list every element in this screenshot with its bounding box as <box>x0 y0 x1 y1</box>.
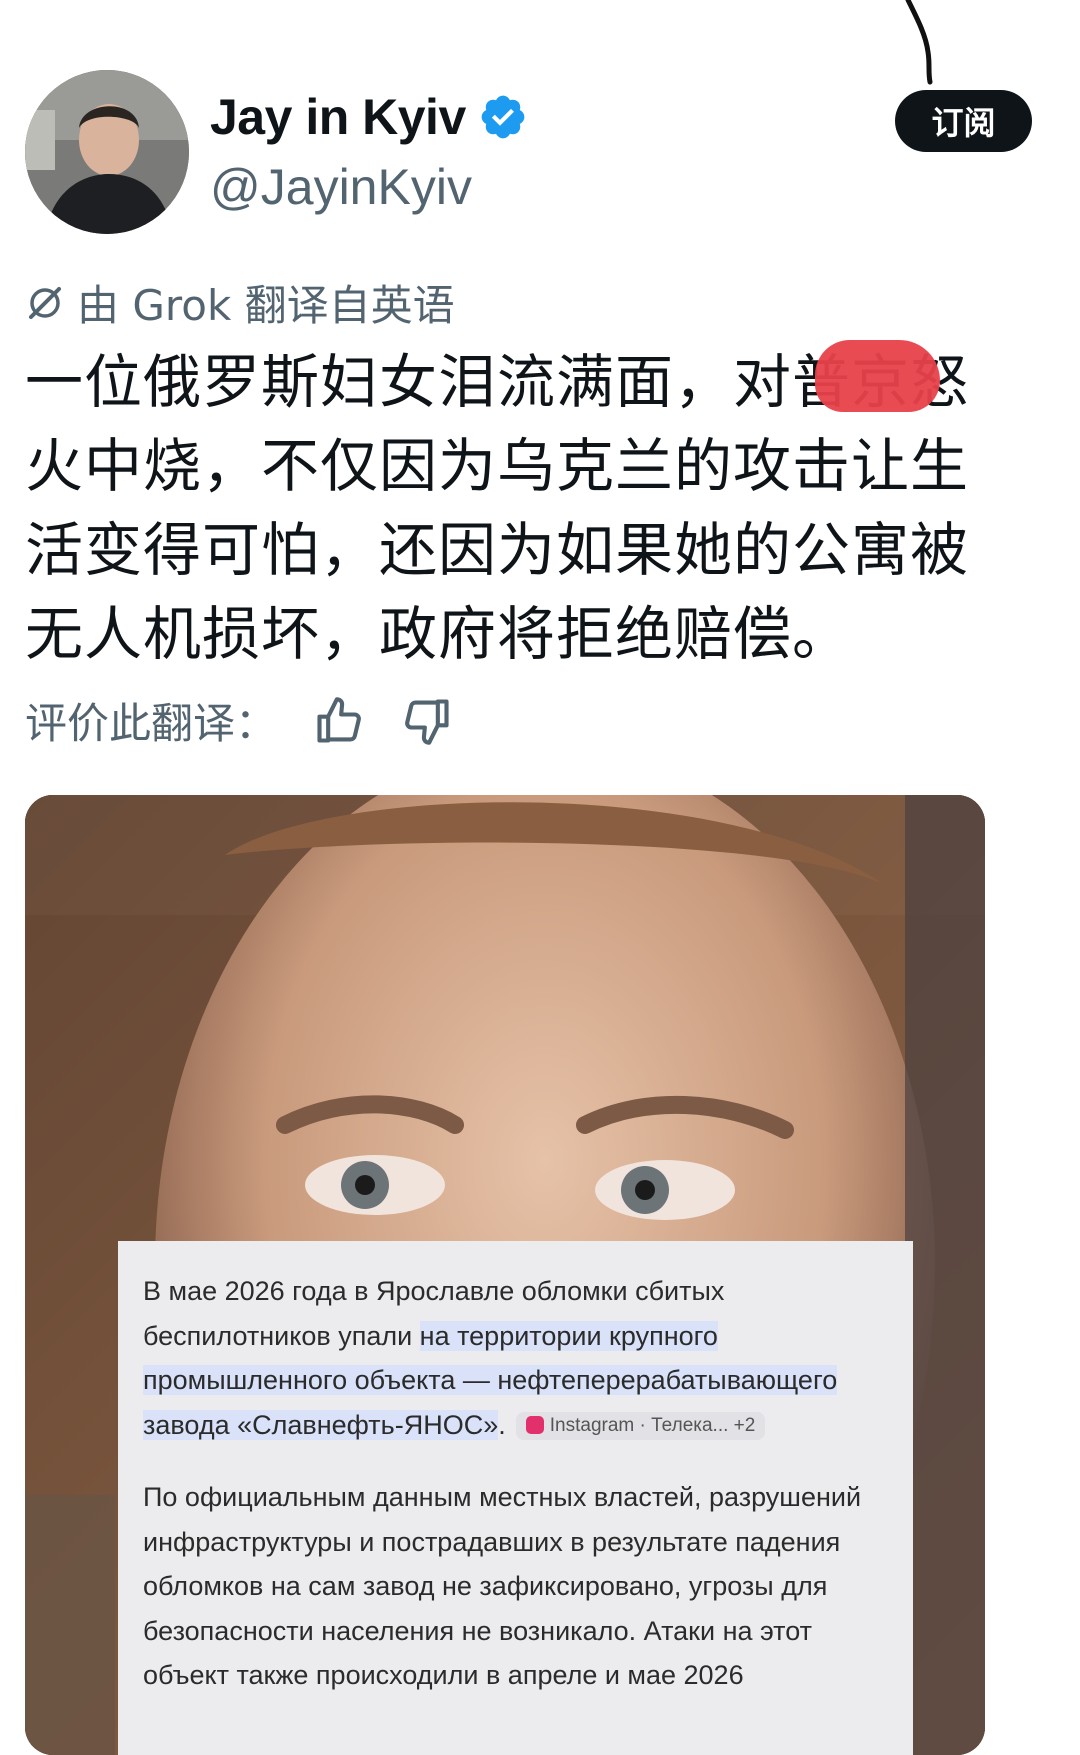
redaction-mark <box>815 340 940 412</box>
overlay-paragraph-2: По официальным данным местных властей, р… <box>143 1482 862 1690</box>
grok-icon <box>29 286 61 319</box>
rate-translation-label: 评价此翻译： <box>25 699 278 748</box>
author-name-row: Jay in Kyiv <box>210 88 528 146</box>
source-chip: Instagram · Телека... +2 <box>515 1412 766 1441</box>
news-screenshot-overlay: В мае 2026 года в Ярославле обломки сбит… <box>118 1241 913 1755</box>
translation-note: 由 Grok 翻译自英语 <box>25 272 455 333</box>
translation-note-text: 由 Grok 翻译自英语 <box>77 281 455 330</box>
rate-translation-row: 评价此翻译： <box>25 690 453 751</box>
instagram-icon <box>525 1416 544 1435</box>
avatar-image <box>25 70 189 234</box>
source-chip-text: Instagram · Телека... +2 <box>549 1415 756 1437</box>
subscribe-button[interactable]: 订阅 <box>895 90 1032 152</box>
avatar[interactable] <box>25 70 189 234</box>
verified-checkmark-icon <box>481 95 525 139</box>
thumbs-up-icon[interactable] <box>313 695 365 747</box>
tweet-media[interactable]: В мае 2026 года в Ярославле обломки сбит… <box>25 795 985 1755</box>
thumbs-down-icon[interactable] <box>401 695 453 747</box>
user-handle[interactable]: @JayinKyiv <box>210 158 472 216</box>
overlay-text-end: . <box>498 1409 506 1440</box>
display-name[interactable]: Jay in Kyiv <box>210 88 466 146</box>
overlay-paragraph-1: В мае 2026 года в Ярославле обломки сбит… <box>143 1269 888 1447</box>
